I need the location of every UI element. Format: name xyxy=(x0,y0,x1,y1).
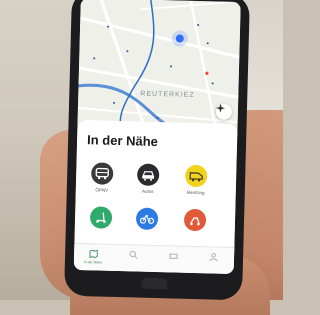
tab-label xyxy=(118,261,148,262)
scooter-icon xyxy=(95,211,107,223)
category-circle xyxy=(90,206,113,229)
category-label: ÖPNV xyxy=(82,187,122,193)
category-circle xyxy=(136,207,159,230)
category-circle xyxy=(91,162,114,185)
van-icon xyxy=(189,170,203,181)
tab-nearby[interactable]: In der Nähe xyxy=(78,248,108,265)
bicycle-icon xyxy=(140,214,154,224)
category-label xyxy=(81,231,121,232)
map-icon xyxy=(89,249,98,258)
tab-label: In der Nähe xyxy=(78,260,108,265)
map-streets xyxy=(77,0,240,137)
category-bicycle[interactable] xyxy=(127,207,168,233)
tab-profile[interactable] xyxy=(198,251,228,264)
category-circle xyxy=(185,165,208,188)
category-bentzing[interactable]: Bentzing xyxy=(176,165,217,196)
map-view[interactable]: REUTERKIEZ xyxy=(77,0,240,137)
tab-label xyxy=(158,262,188,263)
map-district-label: REUTERKIEZ xyxy=(140,91,195,99)
search-icon xyxy=(129,250,138,259)
category-autos[interactable]: Autos xyxy=(128,163,169,194)
tab-tickets[interactable] xyxy=(158,250,188,263)
category-moped[interactable] xyxy=(175,209,216,235)
category-label xyxy=(127,232,167,233)
bus-icon xyxy=(95,167,109,179)
car-icon xyxy=(141,169,155,180)
tab-bar: In der Nähe xyxy=(74,243,235,274)
moped-icon xyxy=(189,214,201,226)
sheet-title: In der Nähe xyxy=(87,132,158,149)
ticket-icon xyxy=(168,251,177,260)
category-circle xyxy=(184,209,207,232)
tab-label xyxy=(198,263,228,264)
category-oepnv[interactable]: ÖPNV xyxy=(82,162,123,193)
category-scooter[interactable] xyxy=(81,206,122,232)
category-label: Autos xyxy=(128,188,168,194)
category-circle xyxy=(137,163,160,186)
tab-search[interactable] xyxy=(118,249,148,262)
phone-home-button xyxy=(141,278,167,290)
category-label: Bentzing xyxy=(176,190,216,196)
smartphone: REUTERKIEZ In der Nähe ÖPNV xyxy=(64,0,250,300)
phone-screen: REUTERKIEZ In der Nähe ÖPNV xyxy=(74,0,241,274)
compass-icon xyxy=(216,104,225,113)
nearby-sheet: In der Nähe ÖPNV xyxy=(74,120,238,274)
category-label xyxy=(175,233,215,234)
profile-icon xyxy=(208,252,217,261)
